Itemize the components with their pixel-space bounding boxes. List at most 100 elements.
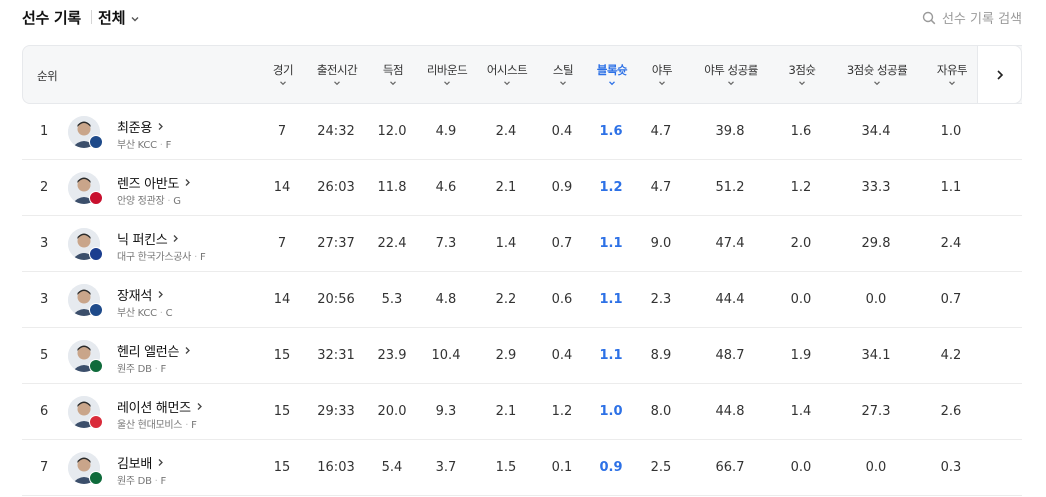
minutes-cell: 26:03 bbox=[317, 180, 355, 195]
fg-pct-cell: 44.4 bbox=[715, 292, 745, 307]
column-header-rebounds[interactable]: 리바운드 bbox=[421, 46, 473, 105]
three-cell: 2.0 bbox=[790, 236, 812, 251]
three-pct-cell: 29.8 bbox=[861, 236, 891, 251]
blocks-cell: 1.6 bbox=[599, 124, 623, 139]
player-name: 최준용 bbox=[117, 121, 152, 136]
blocks-cell: 1.1 bbox=[599, 236, 623, 251]
rank-cell: 3 bbox=[40, 236, 49, 251]
column-header-games[interactable]: 경기 bbox=[262, 46, 304, 105]
player-name: 레이션 해먼즈 bbox=[117, 401, 191, 416]
minutes-cell: 27:37 bbox=[317, 236, 355, 251]
player-team-position: 울산 현대모비스 · F bbox=[117, 416, 197, 431]
sort-chevron-icon bbox=[390, 81, 396, 86]
points-cell: 12.0 bbox=[377, 124, 407, 139]
games-cell: 7 bbox=[277, 124, 287, 139]
filter-dropdown[interactable]: 전체 bbox=[98, 7, 140, 28]
three-cell: 0.0 bbox=[790, 460, 812, 475]
column-header-steals[interactable]: 스틸 bbox=[542, 46, 584, 105]
scroll-columns-right-button[interactable] bbox=[977, 45, 1022, 104]
blocks-cell: 1.1 bbox=[599, 348, 623, 363]
table-row[interactable]: 3 장재석 부산 KCC · C 14 20:56 5.3 4.8 2.2 0.6 1.1 2.3 44.… bbox=[22, 272, 1022, 328]
ft-cell: 0.3 bbox=[940, 460, 962, 475]
chevron-right-icon bbox=[174, 235, 179, 242]
three-pct-cell: 34.4 bbox=[861, 124, 891, 139]
player-team-position: 원주 DB · F bbox=[117, 360, 166, 375]
column-header-assists[interactable]: 어시스트 bbox=[481, 46, 533, 105]
rebounds-cell: 4.9 bbox=[435, 124, 457, 139]
steals-cell: 0.7 bbox=[551, 236, 573, 251]
table-row[interactable]: 7 김보배 원주 DB · F 15 16:03 5.4 3.7 1.5 0.1 0.9 2.5 66.7… bbox=[22, 440, 1022, 496]
chevron-right-icon bbox=[197, 403, 202, 410]
table-row[interactable]: 5 헨리 엘런슨 원주 DB · F 15 32:31 23.9 10.4 2.9 0.4 1.1 8.… bbox=[22, 328, 1022, 384]
points-cell: 23.9 bbox=[377, 348, 407, 363]
table-row[interactable]: 3 닉 퍼킨스 대구 한국가스공사 · F 7 27:37 22.4 7.3 1.4 0.7 1.1 9… bbox=[22, 216, 1022, 272]
column-header-three-pct[interactable]: 3점슛 성공률 bbox=[837, 46, 917, 105]
player-name-link[interactable]: 김보배 bbox=[117, 453, 165, 472]
team-name: 부산 KCC bbox=[117, 140, 157, 151]
games-cell: 7 bbox=[277, 236, 287, 251]
team-logo-icon bbox=[89, 415, 103, 429]
player-position: F bbox=[191, 420, 197, 431]
blocks-cell: 0.9 bbox=[599, 460, 623, 475]
assists-cell: 2.2 bbox=[495, 292, 517, 307]
chevron-right-icon bbox=[158, 459, 163, 466]
column-header-fg[interactable]: 야투 bbox=[641, 46, 683, 105]
fg-cell: 4.7 bbox=[650, 180, 672, 195]
player-name-link[interactable]: 닉 퍼킨스 bbox=[117, 229, 180, 248]
points-cell: 20.0 bbox=[377, 404, 407, 419]
player-name: 김보배 bbox=[117, 457, 152, 472]
table-row[interactable]: 2 렌즈 아반도 안양 정관장 · G 14 26:03 11.8 4.6 2.1 0.9 1.2 4.… bbox=[22, 160, 1022, 216]
steals-cell: 0.4 bbox=[551, 124, 573, 139]
table-body: 1 최준용 부산 KCC · F 7 24:32 12.0 4.9 2.4 0.4 1.6 4.7 39.… bbox=[22, 104, 1022, 496]
ft-cell: 4.2 bbox=[940, 348, 962, 363]
team-name: 부산 KCC bbox=[117, 308, 157, 319]
player-name-link[interactable]: 장재석 bbox=[117, 285, 165, 304]
ft-cell: 1.1 bbox=[940, 180, 962, 195]
column-header-minutes[interactable]: 출전시간 bbox=[312, 46, 362, 105]
fg-cell: 8.9 bbox=[650, 348, 672, 363]
separator-dot: · bbox=[185, 420, 189, 431]
fg-pct-cell: 66.7 bbox=[715, 460, 745, 475]
player-stats-table: 순위 경기 출전시간 득점 리바운드 어시스트 스틸 블록슛 야투 야투 성공률… bbox=[22, 45, 1022, 496]
separator-dot: · bbox=[154, 364, 158, 375]
chevron-right-icon bbox=[158, 123, 163, 130]
player-position: F bbox=[165, 140, 172, 151]
team-name: 안양 정관장 bbox=[117, 196, 165, 207]
column-header-fg-pct[interactable]: 야투 성공률 bbox=[696, 46, 766, 105]
three-pct-cell: 34.1 bbox=[861, 348, 891, 363]
player-name-link[interactable]: 렌즈 아반도 bbox=[117, 173, 192, 192]
points-cell: 22.4 bbox=[377, 236, 407, 251]
steals-cell: 0.1 bbox=[551, 460, 573, 475]
points-cell: 5.4 bbox=[381, 460, 403, 475]
player-name-link[interactable]: 최준용 bbox=[117, 117, 165, 136]
rank-cell: 3 bbox=[40, 292, 49, 307]
fg-pct-cell: 44.8 bbox=[715, 404, 745, 419]
sort-chevron-icon bbox=[799, 81, 805, 86]
player-position: F bbox=[160, 364, 167, 375]
player-name-link[interactable]: 헨리 엘런슨 bbox=[117, 341, 192, 360]
rank-cell: 5 bbox=[40, 348, 49, 363]
column-header-blocks[interactable]: 블록슛 bbox=[590, 46, 634, 105]
search-input[interactable]: 선수 기록 검색 bbox=[922, 8, 1022, 27]
table-row[interactable]: 1 최준용 부산 KCC · F 7 24:32 12.0 4.9 2.4 0.4 1.6 4.7 39.… bbox=[22, 104, 1022, 160]
player-name: 렌즈 아반도 bbox=[117, 177, 180, 192]
three-cell: 1.9 bbox=[790, 348, 812, 363]
column-header-points[interactable]: 득점 bbox=[371, 46, 415, 105]
player-name-link[interactable]: 레이션 해먼즈 bbox=[117, 397, 204, 416]
separator-dot: · bbox=[194, 252, 197, 263]
assists-cell: 2.4 bbox=[495, 124, 517, 139]
sort-chevron-icon bbox=[949, 81, 955, 86]
three-pct-cell: 33.3 bbox=[861, 180, 891, 195]
points-cell: 11.8 bbox=[377, 180, 407, 195]
column-header-ft[interactable]: 자유투 bbox=[928, 46, 976, 105]
assists-cell: 2.1 bbox=[495, 180, 517, 195]
rebounds-cell: 3.7 bbox=[435, 460, 457, 475]
blocks-cell: 1.1 bbox=[599, 292, 623, 307]
chevron-right-icon bbox=[185, 347, 191, 354]
table-row[interactable]: 6 레이션 해먼즈 울산 현대모비스 · F 15 29:33 20.0 9.3 2.1 1.2 1.… bbox=[22, 384, 1022, 440]
team-name: 울산 현대모비스 bbox=[117, 420, 183, 431]
column-header-three[interactable]: 3점슛 bbox=[778, 46, 826, 105]
separator-dot: · bbox=[159, 140, 163, 151]
player-team-position: 부산 KCC · C bbox=[117, 304, 173, 319]
top-bar: 선수 기록 전체 선수 기록 검색 bbox=[0, 0, 1046, 40]
